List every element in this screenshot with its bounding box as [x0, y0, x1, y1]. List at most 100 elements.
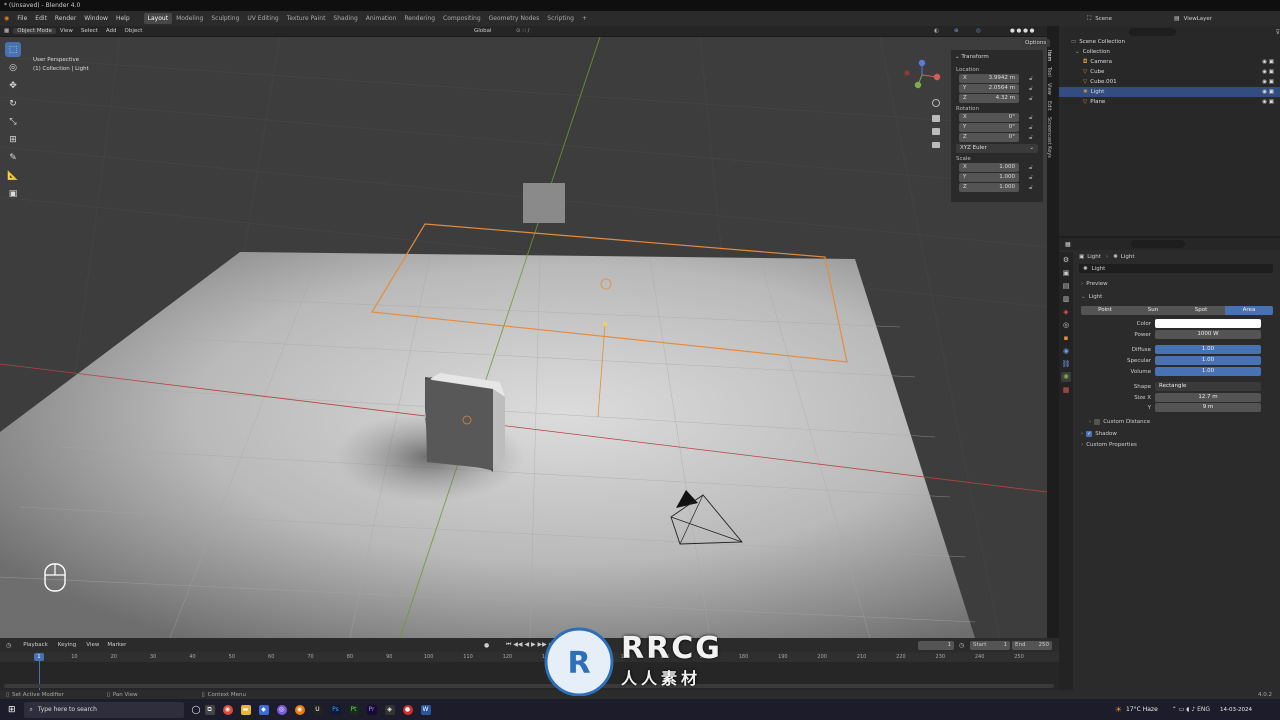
menu-timeline-view[interactable]: View	[86, 642, 99, 648]
outliner-search-input[interactable]	[1129, 28, 1176, 36]
tab-tool[interactable]: Tool	[1046, 67, 1052, 77]
light-type-point[interactable]: Point	[1081, 306, 1129, 315]
chevron-down-icon[interactable]: ⌄	[1075, 49, 1080, 55]
tab-shading[interactable]: Shading	[329, 13, 361, 24]
lock-icon[interactable]: 🔓︎	[1029, 85, 1033, 93]
start-frame-field[interactable]: Start 1	[970, 640, 1010, 650]
file-explorer-icon[interactable]: ▬	[240, 704, 251, 715]
timeline-area[interactable]: 1 11020304050607080901001101201301401501…	[0, 652, 1059, 690]
blender-logo-icon[interactable]: ◉	[0, 15, 13, 22]
weather-text[interactable]: 17°C Haze	[1126, 706, 1158, 713]
timeline-scrollbar[interactable]	[4, 684, 1054, 688]
painter-icon[interactable]: Pt	[348, 704, 359, 715]
rotation-z-field[interactable]: Z 0°	[959, 133, 1019, 142]
lock-icon[interactable]: 🔓︎	[1029, 124, 1033, 132]
add-workspace-button[interactable]: +	[578, 13, 591, 24]
cube-001-mesh[interactable]	[523, 183, 565, 223]
overlay-toggle-icon[interactable]: ◎	[972, 28, 985, 34]
measure-tool-icon[interactable]: 📐	[5, 168, 21, 183]
tool-properties-icon[interactable]: ⚙	[1061, 255, 1071, 265]
outliner-item-cube-001[interactable]: ▽ Cube.001 ◉ ▣	[1059, 77, 1280, 87]
premiere-icon[interactable]: Pr	[366, 704, 377, 715]
scene-properties-icon[interactable]: ◈	[1061, 307, 1071, 317]
add-cube-tool-icon[interactable]: ▣	[5, 186, 21, 201]
menu-help[interactable]: Help	[112, 15, 134, 22]
editor-type-icon[interactable]: ▦	[0, 28, 13, 34]
move-tool-icon[interactable]: ✥	[5, 78, 21, 93]
lock-icon[interactable]: 🔓︎	[1029, 95, 1033, 103]
scale-y-field[interactable]: Y 1.000	[959, 173, 1019, 182]
rotate-tool-icon[interactable]: ↻	[5, 96, 21, 111]
view-layer-properties-icon[interactable]: ▥	[1061, 294, 1071, 304]
eye-icon[interactable]: ◉ ▣	[1262, 99, 1274, 105]
light-type-sun[interactable]: Sun	[1129, 306, 1177, 315]
shape-select[interactable]: Rectangle	[1155, 382, 1261, 391]
options-button[interactable]: Options	[1021, 39, 1051, 47]
eye-icon[interactable]: ◉ ▣	[1262, 69, 1274, 75]
volume-slider[interactable]: 1.00	[1155, 367, 1261, 376]
navigation-gizmo[interactable]	[904, 59, 941, 89]
power-field[interactable]: 1000 W	[1155, 330, 1261, 339]
lock-icon[interactable]: 🔓︎	[1029, 134, 1033, 142]
eye-icon[interactable]: ◉ ▣	[1262, 89, 1274, 95]
app-icon[interactable]: ◆	[258, 704, 269, 715]
select-box-tool-icon[interactable]: ⬚	[5, 42, 21, 57]
obs-icon[interactable]: ◎	[276, 704, 287, 715]
lock-icon[interactable]: 🔓︎	[1029, 184, 1033, 192]
tab-modeling[interactable]: Modeling	[172, 13, 207, 24]
world-properties-icon[interactable]: ◎	[1061, 320, 1071, 330]
transform-tool-icon[interactable]: ⊞	[5, 132, 21, 147]
output-properties-icon[interactable]: ▤	[1061, 281, 1071, 291]
eye-icon[interactable]: ◉ ▣	[1262, 59, 1274, 65]
location-y-field[interactable]: Y 2.0564 m	[959, 84, 1019, 93]
outliner-collection[interactable]: ⌄ Collection	[1059, 47, 1280, 57]
scale-tool-icon[interactable]: ⤡	[5, 114, 21, 129]
lock-icon[interactable]: 🔓︎	[1029, 174, 1033, 182]
chrome-icon[interactable]: ◉	[222, 704, 233, 715]
size-y-field[interactable]: 9 m	[1155, 403, 1261, 412]
menu-edit[interactable]: Edit	[31, 15, 51, 22]
word-icon[interactable]: W	[420, 704, 431, 715]
clock-date[interactable]: 14-03-2024	[1220, 707, 1252, 713]
transform-orientation-select[interactable]: Global	[470, 28, 496, 34]
light-datablock-field[interactable]: ✺ Light	[1079, 264, 1273, 273]
render-properties-icon[interactable]: ▣	[1061, 268, 1071, 278]
view-layer-icon[interactable]: ▤	[1174, 15, 1180, 22]
menu-object[interactable]: Object	[121, 28, 147, 34]
lock-icon[interactable]: 🔓︎	[1029, 75, 1033, 83]
lock-icon[interactable]: 🔓︎	[1029, 164, 1033, 172]
scale-x-field[interactable]: X 1.000	[959, 163, 1019, 172]
specular-slider[interactable]: 1.00	[1155, 356, 1261, 365]
menu-file[interactable]: File	[13, 15, 31, 22]
light-section[interactable]: ⌄ Light	[1059, 292, 1280, 302]
transform-section-title[interactable]: Transform	[961, 54, 988, 60]
menu-render[interactable]: Render	[51, 15, 80, 22]
clock-icon[interactable]: ◷	[6, 642, 11, 649]
preview-section[interactable]: › Preview	[1059, 279, 1280, 289]
tab-texture-paint[interactable]: Texture Paint	[283, 13, 330, 24]
taskbar-search-input[interactable]: ⌕ Type here to search	[23, 701, 184, 718]
location-z-field[interactable]: Z 4.32 m	[959, 94, 1019, 103]
viewport-nav-icons[interactable]	[932, 99, 940, 149]
tab-compositing[interactable]: Compositing	[439, 13, 485, 24]
rotation-y-field[interactable]: Y 0°	[959, 123, 1019, 132]
davinci-icon[interactable]: ◈	[384, 704, 395, 715]
rotation-mode-select[interactable]: XYZ Euler ⌄	[956, 144, 1038, 153]
mode-select[interactable]: Object Mode	[13, 28, 56, 34]
gizmo-toggle-icon[interactable]: ⊕	[950, 28, 963, 34]
shadow-row[interactable]: › ✓ Shadow	[1059, 431, 1280, 437]
menu-select[interactable]: Select	[77, 28, 102, 34]
tab-sculpting[interactable]: Sculpting	[207, 13, 243, 24]
tab-item[interactable]: Item	[1046, 50, 1052, 61]
tab-uv-editing[interactable]: UV Editing	[243, 13, 282, 24]
outliner-item-plane[interactable]: ▽ Plane ◉ ▣	[1059, 97, 1280, 107]
pivot-icon[interactable]: ⊙ ∷ ∕	[512, 28, 533, 34]
recorder-icon[interactable]: ●	[402, 704, 413, 715]
menu-playback[interactable]: Playback	[23, 642, 48, 648]
diffuse-slider[interactable]: 1.00	[1155, 345, 1261, 354]
tab-edit[interactable]: Edit	[1046, 101, 1052, 111]
menu-marker[interactable]: Marker	[107, 642, 126, 648]
widgets-icon[interactable]: ⧉	[204, 704, 215, 715]
shading-modes-icon[interactable]: ● ● ● ●	[1006, 28, 1038, 34]
custom-distance-checkbox[interactable]	[1094, 419, 1101, 425]
